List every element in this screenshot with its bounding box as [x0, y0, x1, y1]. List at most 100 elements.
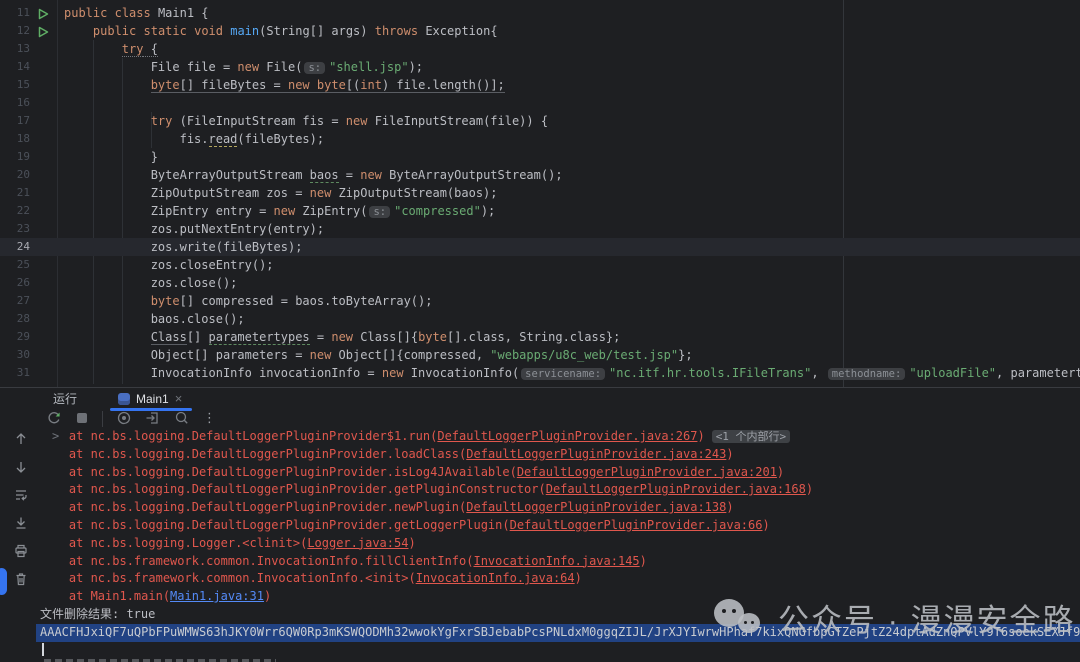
code-line-22[interactable]: 22 ZipEntry entry = new ZipEntry(s:"comp…: [0, 202, 1080, 220]
code-line-27[interactable]: 27 byte[] compressed = baos.toByteArray(…: [0, 292, 1080, 310]
scroll-to-end-icon[interactable]: [13, 515, 29, 534]
console-line[interactable]: at nc.bs.framework.common.InvocationInfo…: [36, 553, 1080, 571]
line-number: 20: [6, 166, 30, 184]
code-token: new: [310, 186, 332, 200]
code-token: [].class, String.class};: [447, 330, 620, 344]
code-line-25[interactable]: 25 zos.closeEntry();: [0, 256, 1080, 274]
stack-trace-link[interactable]: Logger.java:54: [307, 536, 408, 550]
code-line-31[interactable]: 31 InvocationInfo invocationInfo = new I…: [0, 364, 1080, 382]
toolbar-separator: [102, 411, 103, 427]
code-line-30[interactable]: 30 Object[] parameters = new Object[]{co…: [0, 346, 1080, 364]
console-text: ): [408, 536, 415, 550]
code-line-12[interactable]: 12 public static void main(String[] args…: [0, 22, 1080, 40]
code-line-21[interactable]: 21 ZipOutputStream zos = new ZipOutputSt…: [0, 184, 1080, 202]
code-token: new: [310, 348, 332, 362]
code-text: try (FileInputStream fis = new FileInput…: [64, 112, 548, 130]
code-text: zos.putNextEntry(entry);: [64, 220, 324, 238]
stack-trace-link[interactable]: Main1.java:31: [170, 589, 264, 603]
code-line-19[interactable]: 19 }: [0, 148, 1080, 166]
stop-icon[interactable]: [75, 411, 89, 428]
soft-wrap-icon[interactable]: [13, 487, 29, 506]
import-thread-dump-icon[interactable]: [145, 410, 161, 429]
code-text: zos.closeEntry();: [64, 256, 274, 274]
console-text: at nc.bs.framework.common.InvocationInfo…: [40, 554, 473, 568]
coverage-icon[interactable]: [116, 410, 132, 429]
line-number: 19: [6, 148, 30, 166]
code-editor[interactable]: 11public class Main1 {12 public static v…: [0, 0, 1080, 387]
code-text: public class Main1 {: [64, 4, 209, 22]
toolwindow-stripe-indicator[interactable]: [0, 568, 7, 595]
code-line-18[interactable]: 18 fis.read(fileBytes);: [0, 130, 1080, 148]
code-token: void: [194, 24, 223, 38]
stack-trace-link[interactable]: DefaultLoggerPluginProvider.java:138: [466, 500, 726, 514]
stack-trace-link[interactable]: DefaultLoggerPluginProvider.java:201: [517, 465, 777, 479]
rerun-icon[interactable]: [46, 410, 62, 429]
code-line-29[interactable]: 29 Class[] parametertypes = new Class[]{…: [0, 328, 1080, 346]
profiler-icon[interactable]: [174, 410, 190, 429]
code-token: Class[]{: [353, 330, 418, 344]
console-text: ): [575, 571, 582, 585]
console-text: at nc.bs.logging.DefaultLoggerPluginProv…: [40, 518, 510, 532]
code-line-20[interactable]: 20 ByteArrayOutputStream baos = new Byte…: [0, 166, 1080, 184]
console-line[interactable]: at nc.bs.logging.Logger.<clinit>(Logger.…: [36, 535, 1080, 553]
code-text: File file = new File(s:"shell.jsp");: [64, 58, 423, 77]
code-line-24[interactable]: 24 zos.write(fileBytes);: [0, 238, 1080, 256]
code-line-15[interactable]: 15 byte[] fileBytes = new byte[(int) fil…: [0, 76, 1080, 94]
console-line[interactable]: at nc.bs.framework.common.InvocationInfo…: [36, 570, 1080, 588]
stack-trace-link[interactable]: DefaultLoggerPluginProvider.java:66: [510, 518, 763, 532]
stack-trace-link[interactable]: InvocationInfo.java:145: [473, 554, 639, 568]
code-token: );: [481, 204, 495, 218]
print-icon[interactable]: [13, 543, 29, 562]
console-text: ): [726, 500, 733, 514]
stack-trace-link[interactable]: DefaultLoggerPluginProvider.java:267: [437, 429, 697, 443]
code-line-14[interactable]: 14 File file = new File(s:"shell.jsp");: [0, 58, 1080, 76]
more-icon[interactable]: ⋮: [203, 412, 216, 426]
clear-console-icon[interactable]: [13, 571, 29, 590]
code-line-13[interactable]: 13 try {: [0, 40, 1080, 58]
console-line[interactable]: > at nc.bs.logging.DefaultLoggerPluginPr…: [36, 428, 1080, 446]
code-line-23[interactable]: 23 zos.putNextEntry(entry);: [0, 220, 1080, 238]
line-number: 17: [6, 112, 30, 130]
code-line-17[interactable]: 17 try (FileInputStream fis = new FileIn…: [0, 112, 1080, 130]
code-text: Object[] parameters = new Object[]{compr…: [64, 346, 693, 364]
tab-main1[interactable]: Main1 ×: [110, 388, 192, 409]
code-token: FileInputStream(file)) {: [367, 114, 548, 128]
console-line[interactable]: at nc.bs.logging.DefaultLoggerPluginProv…: [36, 499, 1080, 517]
code-line-11[interactable]: 11public class Main1 {: [0, 4, 1080, 22]
code-token: ,: [811, 366, 825, 380]
code-token: baos.close();: [64, 312, 245, 326]
console-line[interactable]: at nc.bs.logging.DefaultLoggerPluginProv…: [36, 446, 1080, 464]
console-line[interactable]: at nc.bs.logging.DefaultLoggerPluginProv…: [36, 464, 1080, 482]
run-icon[interactable]: [37, 25, 49, 37]
console-line[interactable]: at nc.bs.logging.DefaultLoggerPluginProv…: [36, 481, 1080, 499]
code-token: class: [115, 6, 151, 20]
down-stack-trace-icon[interactable]: [13, 459, 29, 478]
fold-marker-icon[interactable]: >: [52, 428, 59, 446]
line-number: 13: [6, 40, 30, 58]
code-token: File(: [259, 60, 302, 74]
code-line-16[interactable]: 16: [0, 94, 1080, 112]
console-line[interactable]: [36, 642, 1080, 660]
code-text: ByteArrayOutputStream baos = new ByteArr…: [64, 166, 563, 184]
wechat-icon: [714, 598, 764, 638]
run-icon[interactable]: [37, 7, 49, 19]
console-tab-icon: [118, 393, 130, 405]
console-line[interactable]: at nc.bs.logging.DefaultLoggerPluginProv…: [36, 517, 1080, 535]
code-line-26[interactable]: 26 zos.close();: [0, 274, 1080, 292]
code-token: new: [274, 204, 296, 218]
stack-trace-link[interactable]: InvocationInfo.java:64: [416, 571, 575, 585]
close-icon[interactable]: ×: [175, 393, 183, 405]
console-text: at nc.bs.logging.DefaultLoggerPluginProv…: [40, 429, 437, 443]
code-token: Object[] parameters =: [64, 348, 310, 362]
up-stack-trace-icon[interactable]: [13, 431, 29, 450]
code-token: int: [360, 78, 382, 93]
code-token: , parametertypes, parameters);: [996, 366, 1080, 380]
code-token: [136, 24, 143, 38]
stack-trace-link[interactable]: DefaultLoggerPluginProvider.java:168: [546, 482, 806, 496]
stack-trace-link[interactable]: DefaultLoggerPluginProvider.java:243: [466, 447, 726, 461]
line-number: 16: [6, 94, 30, 112]
console-text: at nc.bs.logging.DefaultLoggerPluginProv…: [40, 465, 517, 479]
line-number: 21: [6, 184, 30, 202]
code-token: [64, 24, 93, 38]
code-line-28[interactable]: 28 baos.close();: [0, 310, 1080, 328]
